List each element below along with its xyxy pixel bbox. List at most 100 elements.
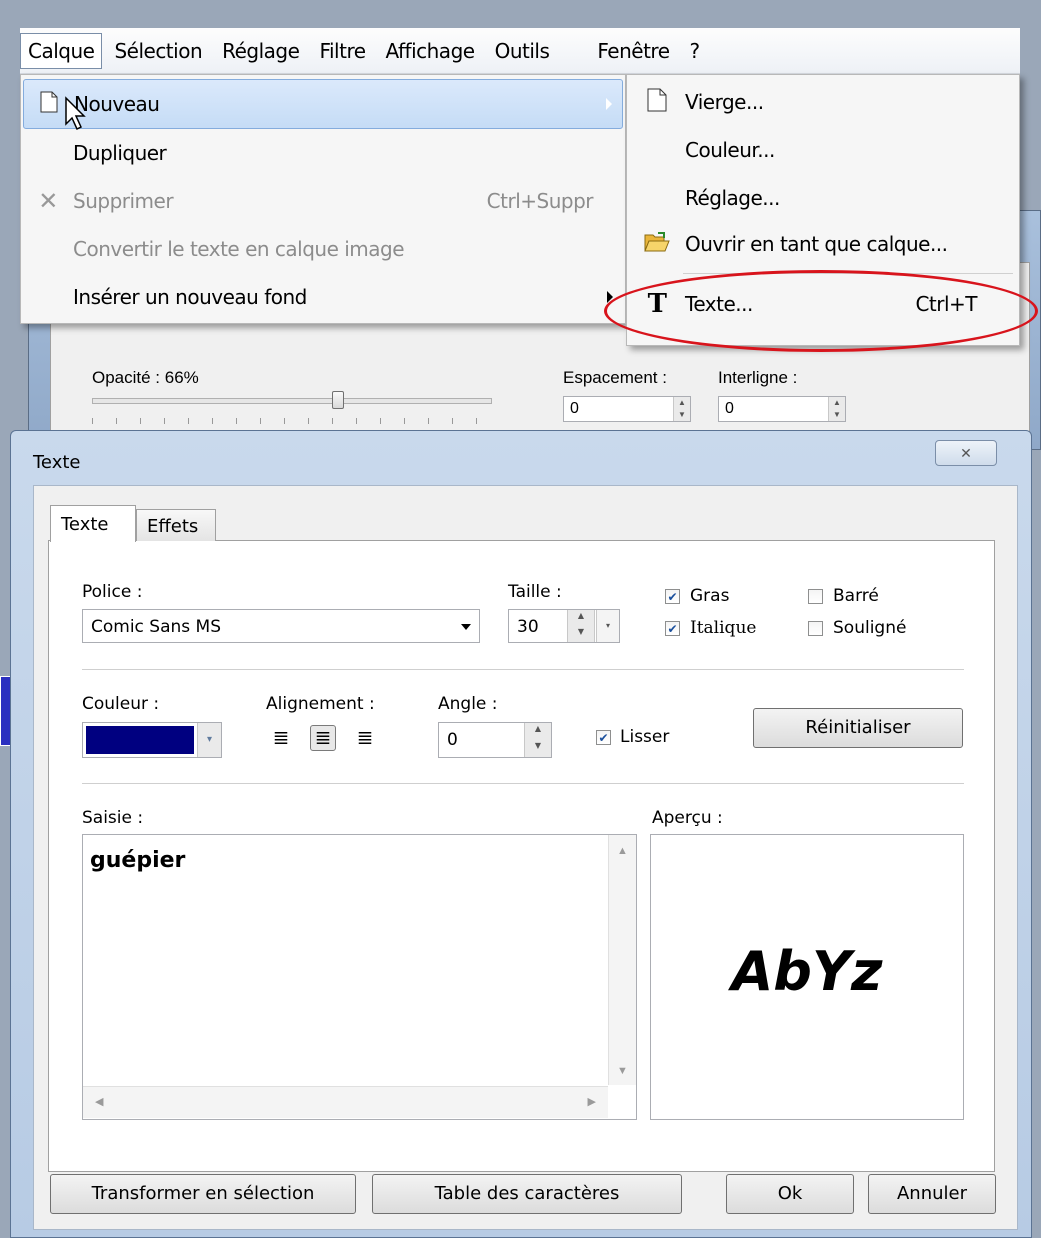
delete-x-icon: ✕ xyxy=(38,187,58,215)
cancel-button[interactable]: Annuler xyxy=(868,1174,996,1214)
strike-checkbox[interactable] xyxy=(808,589,823,604)
spacing-value: 0 xyxy=(570,400,579,417)
size-value: 30 xyxy=(517,617,539,637)
line-spacing-label: Interligne : xyxy=(718,368,798,387)
alignment-label: Alignement : xyxy=(266,694,375,714)
smooth-checkbox[interactable]: ✔ xyxy=(596,730,611,745)
spacing-spin-buttons[interactable]: ▲ ▼ xyxy=(673,397,690,421)
submenu-item-label: Ouvrir en tant que calque... xyxy=(685,232,948,256)
preview-label: Aperçu : xyxy=(652,808,723,828)
menu-item-label: Insérer un nouveau fond xyxy=(73,285,307,309)
menu-item-nouveau[interactable]: Nouveau xyxy=(23,79,623,129)
bold-label: Gras xyxy=(690,586,730,606)
preview-text: AbYz xyxy=(731,940,883,1003)
menu-outils[interactable]: Outils xyxy=(487,33,558,69)
chevron-down-icon: ▾ xyxy=(197,723,221,757)
dialog-title: Texte xyxy=(33,452,81,473)
scroll-up-icon[interactable]: ▲ xyxy=(609,845,636,857)
menu-calque[interactable]: Calque xyxy=(20,32,103,69)
italic-checkbox[interactable]: ✔ xyxy=(665,621,680,636)
line-spacing-spin-buttons[interactable]: ▲ ▼ xyxy=(828,397,845,421)
opacity-label: Opacité : 66% xyxy=(92,368,199,387)
text-input-value: guépier xyxy=(90,848,186,873)
angle-spin-buttons[interactable]: ▲ ▼ xyxy=(524,723,551,757)
blank-page-icon xyxy=(629,88,685,117)
opacity-slider-thumb[interactable] xyxy=(332,391,344,409)
submenu-item-label: Vierge... xyxy=(685,90,764,114)
menu-item-supprimer[interactable]: ✕ Supprimer Ctrl+Suppr xyxy=(23,177,623,225)
calque-dropdown-menu: Nouveau Dupliquer ✕ Supprimer Ctrl+Suppr… xyxy=(20,74,626,324)
submenu-item-ouvrir-calque[interactable]: Ouvrir en tant que calque... xyxy=(629,221,1017,267)
size-label: Taille : xyxy=(508,582,562,602)
menu-item-dupliquer[interactable]: Dupliquer xyxy=(23,129,623,177)
scroll-down-icon[interactable]: ▼ xyxy=(609,1065,636,1077)
underline-label: Souligné xyxy=(833,618,907,638)
angle-value: 0 xyxy=(447,730,458,750)
reset-button[interactable]: Réinitialiser xyxy=(753,708,963,748)
text-input-area[interactable] xyxy=(82,834,637,1120)
smooth-label: Lisser xyxy=(620,727,670,747)
separator xyxy=(82,669,964,670)
menu-item-inserer-fond[interactable]: Insérer un nouveau fond xyxy=(23,273,623,321)
menu-fenetre[interactable]: Fenêtre xyxy=(589,33,677,69)
menu-bar: Calque Sélection Réglage Filtre Affichag… xyxy=(20,28,1020,74)
submenu-item-reglage[interactable]: Réglage... xyxy=(629,175,1017,221)
size-spin-buttons[interactable]: ▲ ▼ xyxy=(567,610,595,642)
transform-selection-button[interactable]: Transformer en sélection xyxy=(50,1174,356,1214)
submenu-item-label: Réglage... xyxy=(685,186,780,210)
vertical-scrollbar[interactable]: ▲ ▼ xyxy=(608,835,636,1085)
angle-label: Angle : xyxy=(438,694,498,714)
horizontal-scrollbar[interactable]: ◀ ▶ xyxy=(83,1086,608,1118)
submenu-item-couleur[interactable]: Couleur... xyxy=(629,127,1017,173)
menu-reglage[interactable]: Réglage xyxy=(214,33,307,69)
spacing-spinner[interactable]: 0 ▲ ▼ xyxy=(563,396,691,422)
spacing-label: Espacement : xyxy=(563,368,667,387)
scroll-right-icon[interactable]: ▶ xyxy=(588,1095,596,1108)
size-dropdown-button[interactable]: ▾ xyxy=(596,610,619,642)
open-folder-icon xyxy=(629,231,685,258)
strike-label: Barré xyxy=(833,586,879,606)
color-swatch xyxy=(86,726,194,754)
chevron-down-icon xyxy=(461,624,471,630)
scroll-left-icon[interactable]: ◀ xyxy=(95,1095,103,1108)
underline-checkbox[interactable] xyxy=(808,621,823,636)
character-table-button[interactable]: Table des caractères xyxy=(372,1174,682,1214)
size-spinner[interactable]: 30 ▲ ▼ ▾ xyxy=(508,609,620,643)
menu-item-label: Dupliquer xyxy=(73,141,167,165)
menu-selection[interactable]: Sélection xyxy=(106,33,210,69)
color-label: Couleur : xyxy=(82,694,160,714)
submenu-item-vierge[interactable]: Vierge... xyxy=(629,79,1017,125)
submenu-item-label: Couleur... xyxy=(685,138,775,162)
menu-item-label: Convertir le texte en calque image xyxy=(73,237,405,261)
close-button[interactable]: ✕ xyxy=(935,440,997,466)
angle-spinner[interactable]: 0 ▲ ▼ xyxy=(438,722,552,758)
ok-button[interactable]: Ok xyxy=(726,1174,854,1214)
align-left-icon[interactable]: ≣ xyxy=(268,726,294,752)
menu-filtre[interactable]: Filtre xyxy=(311,33,373,69)
color-picker[interactable]: ▾ xyxy=(82,722,222,758)
italic-label: Italique xyxy=(690,618,757,638)
line-spacing-value: 0 xyxy=(725,400,734,417)
align-right-icon[interactable]: ≣ xyxy=(352,726,378,752)
menu-item-label: Supprimer xyxy=(73,189,174,213)
tab-texte[interactable]: Texte xyxy=(50,505,136,542)
close-icon: ✕ xyxy=(960,445,972,461)
submenu-arrow-icon xyxy=(606,98,612,110)
separator xyxy=(82,783,964,784)
mouse-cursor-icon xyxy=(65,96,86,131)
menu-affichage[interactable]: Affichage xyxy=(378,33,483,69)
input-label: Saisie : xyxy=(82,808,144,828)
menu-item-label: Nouveau xyxy=(74,92,160,116)
opacity-slider-ticks xyxy=(92,418,492,424)
line-spacing-spinner[interactable]: 0 ▲ ▼ xyxy=(718,396,846,422)
menu-item-shortcut: Ctrl+Suppr xyxy=(486,189,594,213)
tab-effets[interactable]: Effets xyxy=(136,509,216,541)
font-value: Comic Sans MS xyxy=(91,617,222,637)
opacity-slider-track[interactable] xyxy=(92,398,492,404)
font-combobox[interactable]: Comic Sans MS xyxy=(82,609,480,643)
bold-checkbox[interactable]: ✔ xyxy=(665,589,680,604)
menu-help[interactable]: ? xyxy=(682,33,708,69)
align-center-icon[interactable]: ≣ xyxy=(310,725,336,751)
highlight-ellipse-annotation xyxy=(604,270,1038,352)
menu-item-convertir[interactable]: Convertir le texte en calque image xyxy=(23,225,623,273)
